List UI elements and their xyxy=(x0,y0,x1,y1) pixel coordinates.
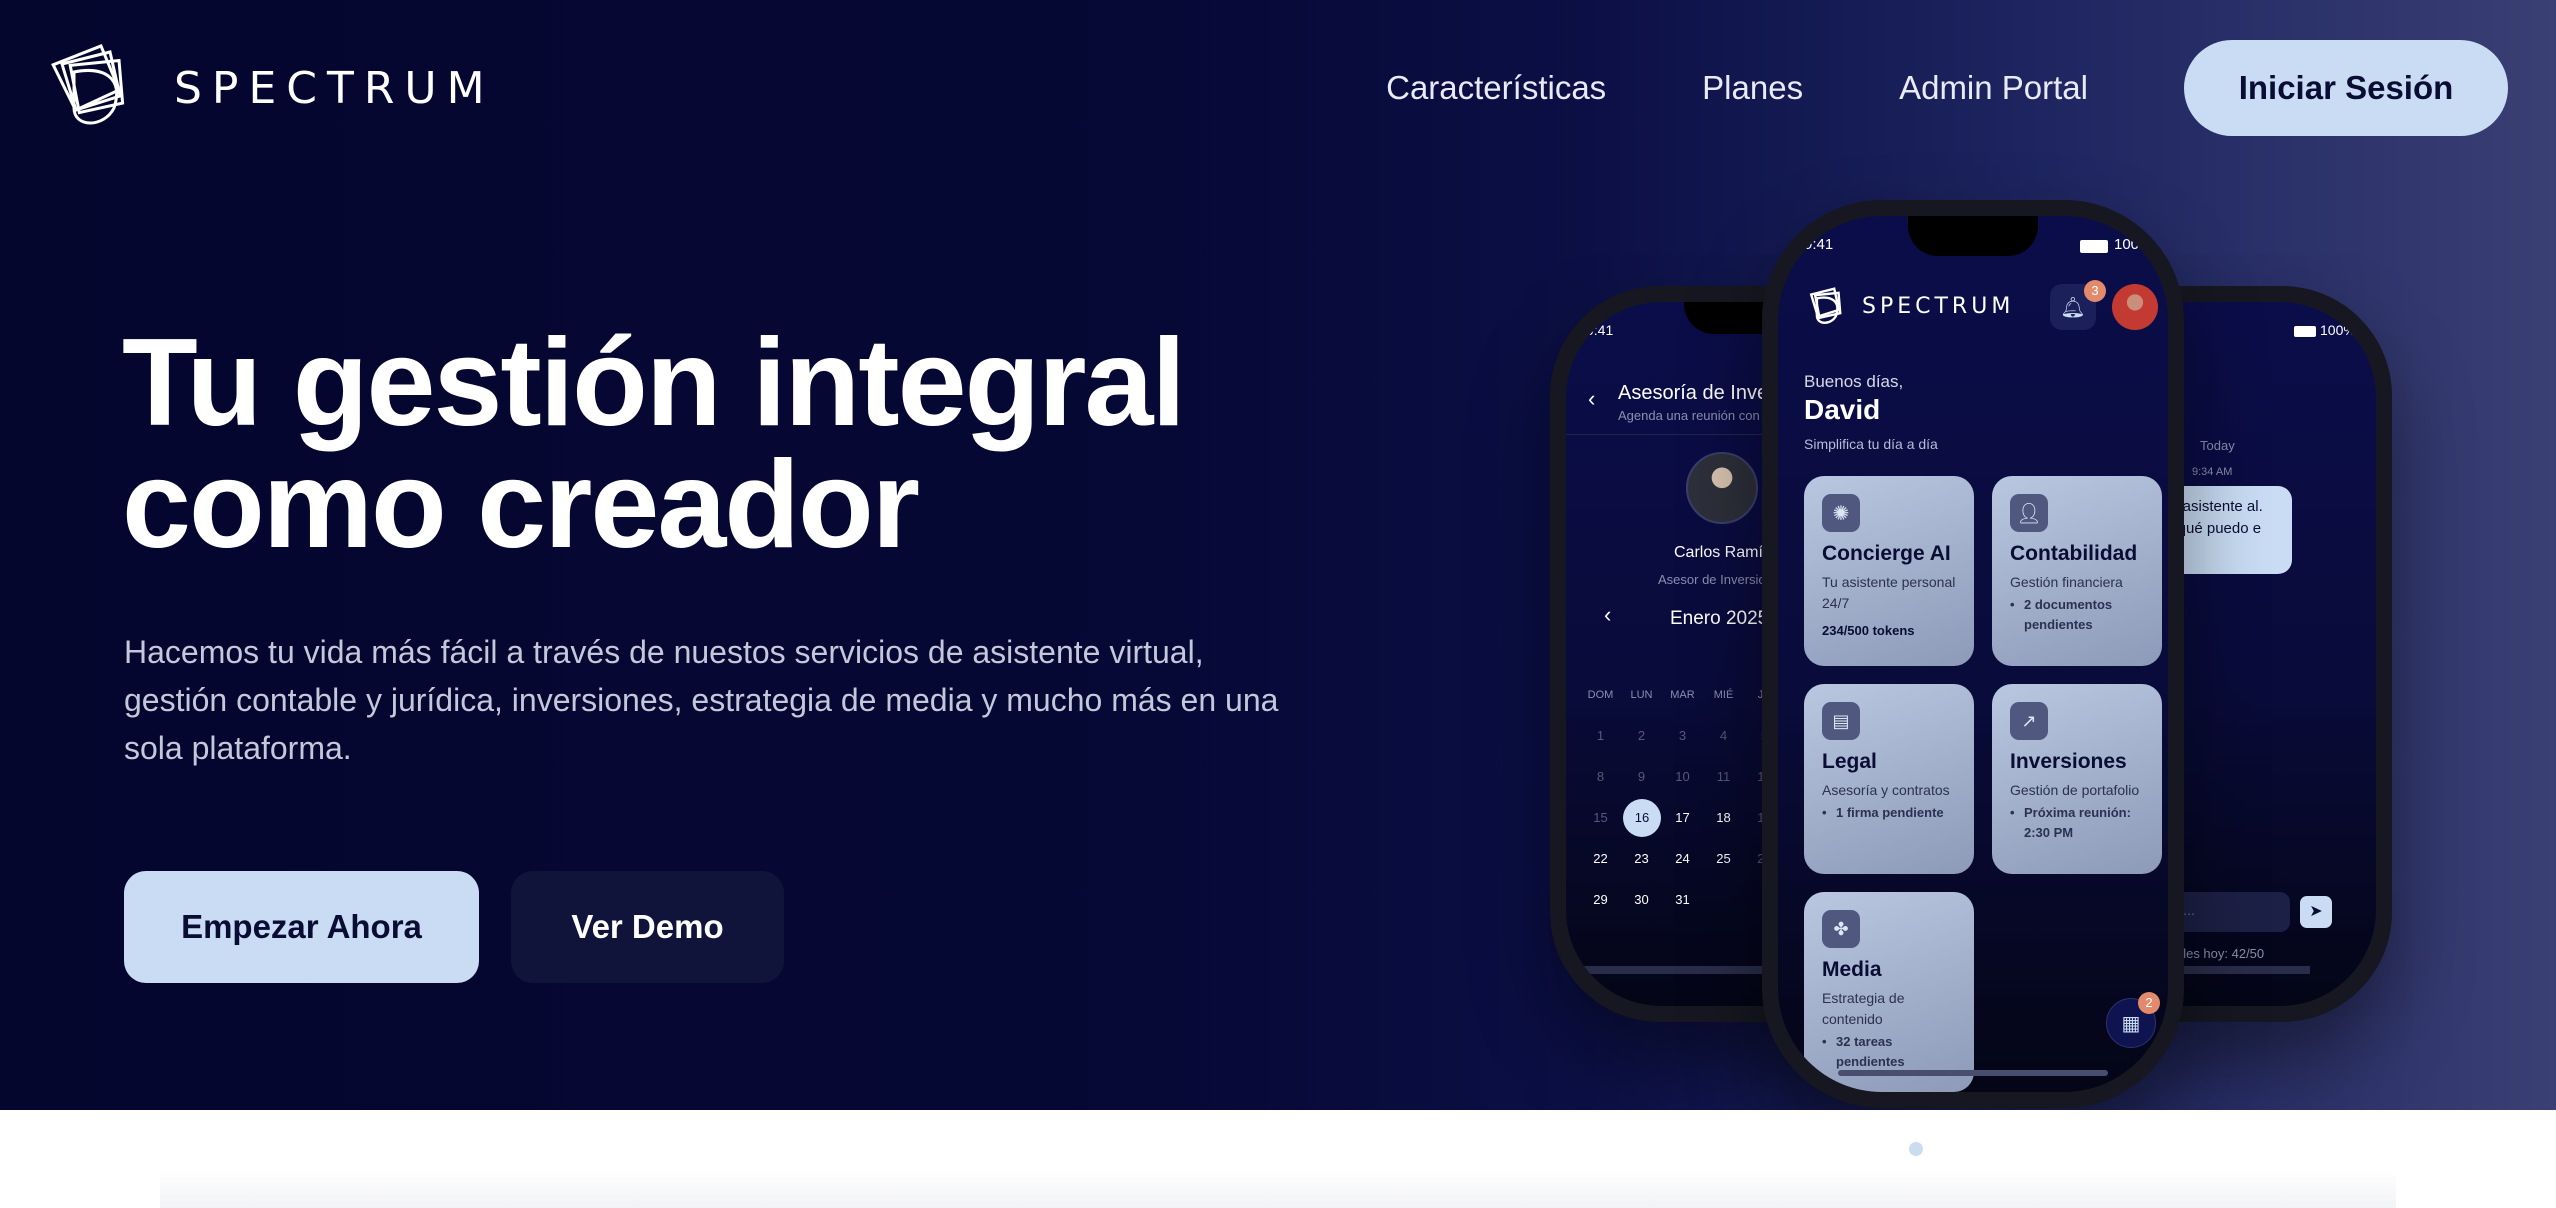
view-demo-button[interactable]: Ver Demo xyxy=(511,871,784,983)
tile-title: Concierge AI xyxy=(1822,542,1951,565)
weekday: DOM xyxy=(1587,688,1614,701)
tagline: Simplifica tu día a día xyxy=(1804,436,1938,452)
advisor-name: Carlos Ramír xyxy=(1674,544,1769,561)
tile-description: Estrategia de contenido xyxy=(1822,990,1905,1027)
calendar-day[interactable]: 24 xyxy=(1662,851,1703,866)
bell-icon: 🔔︎ xyxy=(2060,296,2086,319)
start-now-button[interactable]: Empezar Ahora xyxy=(124,871,479,983)
calendar-day[interactable]: 9 xyxy=(1621,769,1662,784)
status-time: 9:41 xyxy=(1804,236,1834,253)
calendar-month: Enero 2025 xyxy=(1670,608,1769,629)
avatar[interactable] xyxy=(2112,284,2158,330)
calendar-day[interactable]: 11 xyxy=(1703,769,1744,784)
tile-inversiones[interactable]: ↗ Inversiones Gestión de portafolio Próx… xyxy=(1992,684,2162,874)
brain-icon: ✺ xyxy=(1822,494,1860,532)
calendar-day[interactable]: 4 xyxy=(1703,728,1744,743)
calendar-day[interactable]: 2 xyxy=(1621,728,1662,743)
tile-stat: 234/500 tokens xyxy=(1822,623,1915,638)
notification-count: 3 xyxy=(2091,283,2099,298)
calendar-day[interactable]: 25 xyxy=(1703,851,1744,866)
tile-contabilidad[interactable]: 👤︎ Contabilidad Gestión financiera 2 doc… xyxy=(1992,476,2162,666)
top-nav: Características Planes Admin Portal Inic… xyxy=(1386,40,2508,136)
battery-icon xyxy=(2294,326,2316,337)
calendar-day[interactable]: 17 xyxy=(1662,810,1703,825)
nav-link-admin-portal[interactable]: Admin Portal xyxy=(1899,69,2088,107)
headline-line-1: Tu gestión integral xyxy=(122,314,1186,452)
calendar-day[interactable]: 23 xyxy=(1621,851,1662,866)
calendar-day-selected[interactable]: 16 xyxy=(1623,798,1661,837)
calendar-day[interactable]: 8 xyxy=(1580,769,1621,784)
status-battery: 100% xyxy=(2320,322,2356,338)
headline-line-2: como creador xyxy=(122,436,920,574)
calendar-day[interactable]: 1 xyxy=(1580,728,1621,743)
tile-media[interactable]: ✤ Media Estrategia de contenido 32 tarea… xyxy=(1804,892,1974,1092)
screen-title: Asesoría de Inver xyxy=(1618,382,1775,404)
tile-description: Gestión de portafolio xyxy=(2010,782,2140,798)
tile-description: Gestión financiera xyxy=(2010,574,2123,590)
calendar-day[interactable]: 29 xyxy=(1580,892,1621,907)
tile-bullet: 2 documentos pendientes xyxy=(2010,595,2144,635)
accountant-icon: 👤︎ xyxy=(2010,494,2048,532)
tile-bullet: Próxima reunión: 2:30 PM xyxy=(2010,803,2144,843)
calendar-day[interactable]: 3 xyxy=(1662,728,1703,743)
nav-link-caracteristicas[interactable]: Características xyxy=(1386,69,1606,107)
calendar-day[interactable]: 15 xyxy=(1580,810,1621,825)
section-fade xyxy=(160,1170,2396,1208)
carousel-dot[interactable] xyxy=(1909,1142,1923,1156)
brand-logo[interactable]: SPECTRUM xyxy=(44,38,495,138)
home-indicator xyxy=(1838,1070,2108,1076)
calendar-badge: 2 xyxy=(2138,992,2160,1014)
hero-subtext: Hacemos tu vida más fácil a través de nu… xyxy=(124,634,1279,766)
hero-section: SPECTRUM Características Planes Admin Po… xyxy=(0,0,2556,1110)
send-icon[interactable]: ➤ xyxy=(2300,896,2332,928)
login-button[interactable]: Iniciar Sesión xyxy=(2184,40,2508,136)
hero-headline: Tu gestión integral como creador xyxy=(122,314,1186,574)
spectrum-logo-icon xyxy=(1809,287,1842,324)
tile-concierge-ai[interactable]: ✺ Concierge AI Tu asistente personal 24/… xyxy=(1804,476,1974,666)
date-separator: Today xyxy=(2200,438,2235,453)
battery-icon xyxy=(2080,240,2108,253)
message-time: 9:34 AM xyxy=(2192,466,2233,478)
investment-chart-icon: ↗ xyxy=(2010,702,2048,740)
calendar-day[interactable]: 10 xyxy=(1662,769,1703,784)
weekday: LUN xyxy=(1630,688,1653,701)
advisor-avatar xyxy=(1686,452,1758,524)
brand-name: SPECTRUM xyxy=(1862,294,2015,319)
calendar-day[interactable]: 30 xyxy=(1621,892,1662,907)
user-name: David xyxy=(1804,394,1881,425)
calendar-icon: ▦ xyxy=(2121,1012,2141,1035)
notification-badge: 3 xyxy=(2084,280,2106,302)
network-icon: ✤ xyxy=(1822,910,1860,948)
calendar-day[interactable]: 22 xyxy=(1580,851,1621,866)
prev-month-icon[interactable]: ‹ xyxy=(1604,602,1611,628)
status-time: 9:41 xyxy=(1586,322,1614,338)
calendar-day[interactable]: 31 xyxy=(1662,892,1703,907)
phone-mockup-dashboard: 9:41 100% SPECTRUM 🔔︎ 3 Buenos días, Dav… xyxy=(1762,200,2184,1108)
document-icon: ▤ xyxy=(1822,702,1860,740)
calendar-badge-count: 2 xyxy=(2145,995,2153,1010)
status-battery: 100% xyxy=(2114,236,2153,253)
tile-title: Legal xyxy=(1822,750,1877,773)
back-icon[interactable]: ‹ xyxy=(1588,386,1595,412)
tile-legal[interactable]: ▤ Legal Asesoría y contratos 1 firma pen… xyxy=(1804,684,1974,874)
tile-description: Tu asistente personal 24/7 xyxy=(1822,574,1956,611)
brand-name: SPECTRUM xyxy=(174,62,495,114)
spectrum-logo-icon xyxy=(51,44,125,125)
tile-title: Media xyxy=(1822,958,1882,981)
tile-bullet: 32 tareas pendientes xyxy=(1822,1032,1956,1072)
phone-screen-dashboard: 9:41 100% SPECTRUM 🔔︎ 3 Buenos días, Dav… xyxy=(1778,216,2168,1092)
greeting: Buenos días, xyxy=(1804,372,1904,391)
tile-title: Contabilidad xyxy=(2010,542,2138,565)
calendar-day[interactable]: 18 xyxy=(1703,810,1744,825)
weekday: MIÉ xyxy=(1713,688,1734,701)
next-section xyxy=(0,1110,2556,1208)
screen-subtitle: Agenda una reunión con xyxy=(1618,408,1760,423)
nav-link-planes[interactable]: Planes xyxy=(1702,69,1803,107)
phone-notch xyxy=(1908,216,2038,256)
tile-description: Asesoría y contratos xyxy=(1822,782,1950,798)
tile-bullet: 1 firma pendiente xyxy=(1822,803,1956,823)
weekday: MAR xyxy=(1670,688,1695,701)
tile-title: Inversiones xyxy=(2010,750,2127,773)
